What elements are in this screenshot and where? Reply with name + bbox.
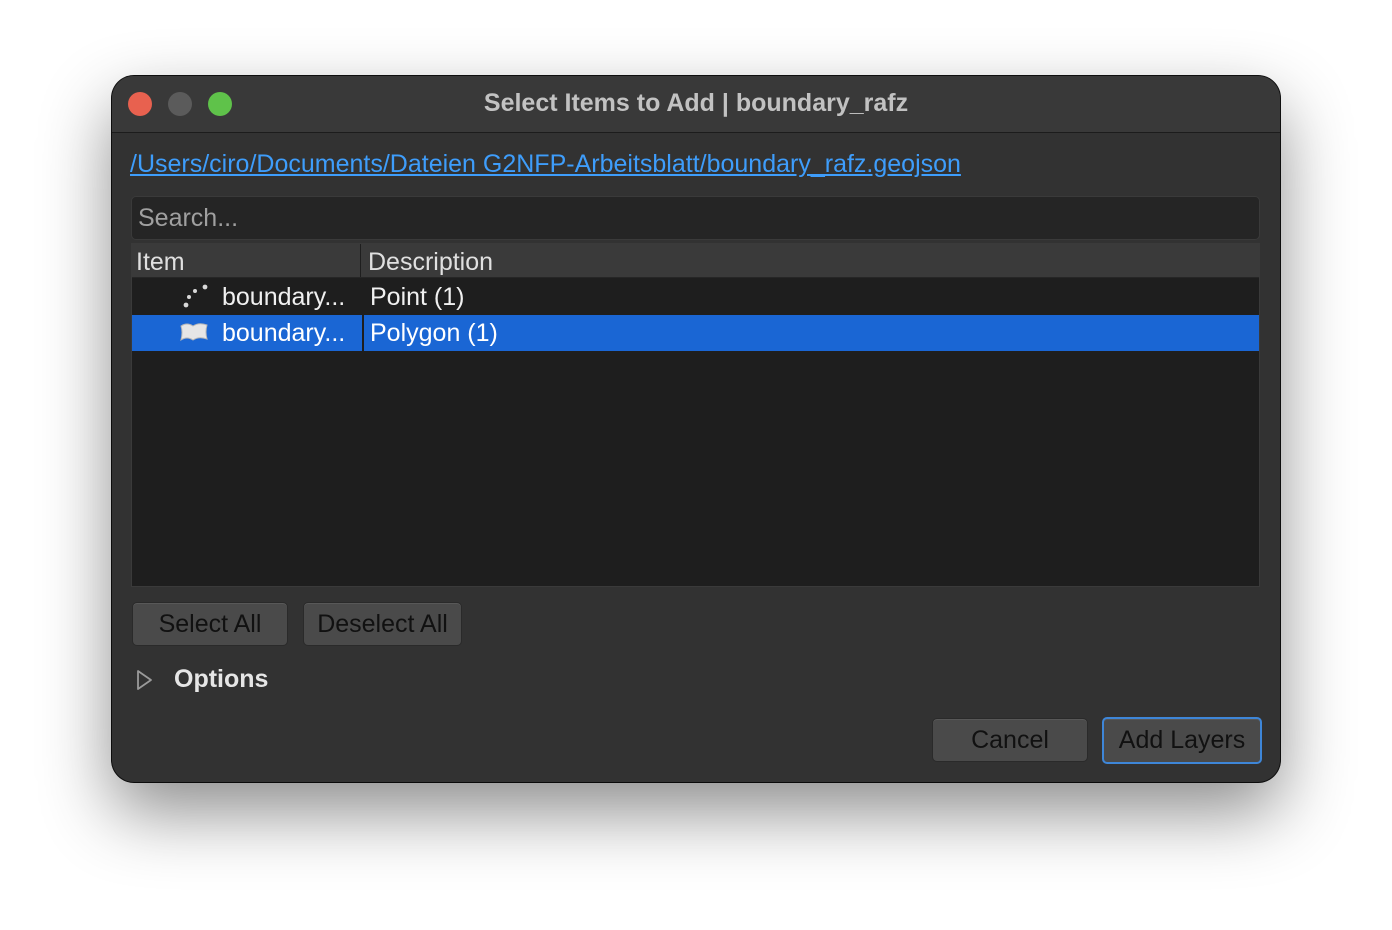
disclosure-triangle-icon[interactable] [136,669,154,691]
item-description: Point (1) [370,283,465,311]
options-label[interactable]: Options [174,662,268,696]
deselect-all-button[interactable]: Deselect All [303,602,462,646]
table-row-selected[interactable]: boundary... Polygon (1) [132,315,1259,351]
column-divider[interactable] [360,244,361,277]
point-layer-icon [183,284,208,308]
item-description: Polygon (1) [370,319,498,347]
cell-separator [362,315,364,351]
cancel-button[interactable]: Cancel [932,718,1088,762]
add-layers-dialog: Select Items to Add | boundary_rafz /Use… [112,76,1280,782]
search-input[interactable] [131,196,1260,240]
source-path-link[interactable]: /Users/ciro/Documents/Dateien G2NFP-Arbe… [130,150,961,179]
window-title: Select Items to Add | boundary_rafz [483,89,909,117]
column-header-description[interactable]: Description [368,244,493,277]
title-bar[interactable]: Select Items to Add | boundary_rafz [112,76,1280,133]
tree-header: Item Description [132,244,1259,278]
items-tree[interactable]: Item Description boundary... Point (1) b… [131,243,1260,587]
item-name: boundary... [222,283,346,311]
select-all-button[interactable]: Select All [132,602,288,646]
add-layers-button[interactable]: Add Layers [1102,717,1262,764]
item-name: boundary... [222,319,346,347]
polygon-layer-icon [180,323,208,342]
table-row[interactable]: boundary... Point (1) [132,279,1259,315]
column-header-item[interactable]: Item [136,244,185,277]
